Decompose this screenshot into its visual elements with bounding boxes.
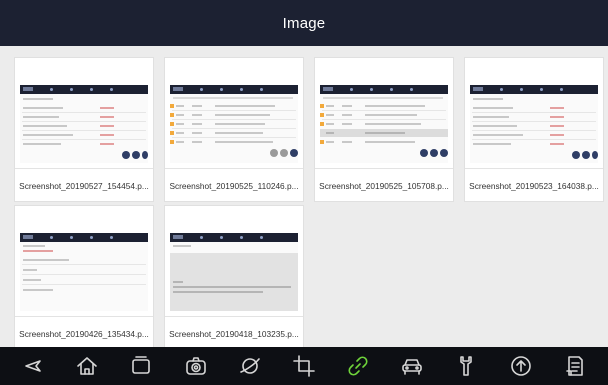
image-thumbnail [315,58,453,169]
gallery-item[interactable]: Screenshot_20190418_103235.p... [164,205,304,350]
gallery-item[interactable]: Screenshot_20190527_154454.p... [14,57,154,202]
image-filename: Screenshot_20190523_164038.p... [469,181,599,191]
image-filename: Screenshot_20190426_135434.p... [19,329,149,339]
image-filename: Screenshot_20190525_105708.p... [319,181,449,191]
recent-apps-icon[interactable] [121,347,161,385]
gallery-item[interactable]: Screenshot_20190525_105708.p... [314,57,454,202]
car-icon[interactable] [392,347,432,385]
home-icon[interactable] [67,347,107,385]
app-header: Image [0,0,608,46]
image-thumbnail [165,206,303,317]
upload-icon[interactable] [501,347,541,385]
image-thumbnail [165,58,303,169]
image-filename: Screenshot_20190525_110246.p... [169,181,299,191]
image-gallery: Screenshot_20190527_154454.p... Screensh… [0,46,608,350]
camera-icon[interactable] [176,347,216,385]
image-thumbnail [465,58,603,169]
image-thumbnail [15,206,153,317]
gallery-item[interactable]: Screenshot_20190523_164038.p... [464,57,604,202]
image-filename: Screenshot_20190527_154454.p... [19,181,149,191]
bottom-navigation-bar [0,347,608,385]
wrench-icon[interactable] [446,347,486,385]
image-thumbnail [15,58,153,169]
gallery-item[interactable]: Screenshot_20190525_110246.p... [164,57,304,202]
back-icon[interactable] [13,347,53,385]
image-filename: Screenshot_20190418_103235.p... [169,329,299,339]
browser-icon[interactable] [230,347,270,385]
gallery-item[interactable]: Screenshot_20190426_135434.p... [14,205,154,350]
crop-icon[interactable] [284,347,324,385]
link-icon[interactable] [338,347,378,385]
page-title: Image [282,14,326,32]
document-icon[interactable] [555,347,595,385]
